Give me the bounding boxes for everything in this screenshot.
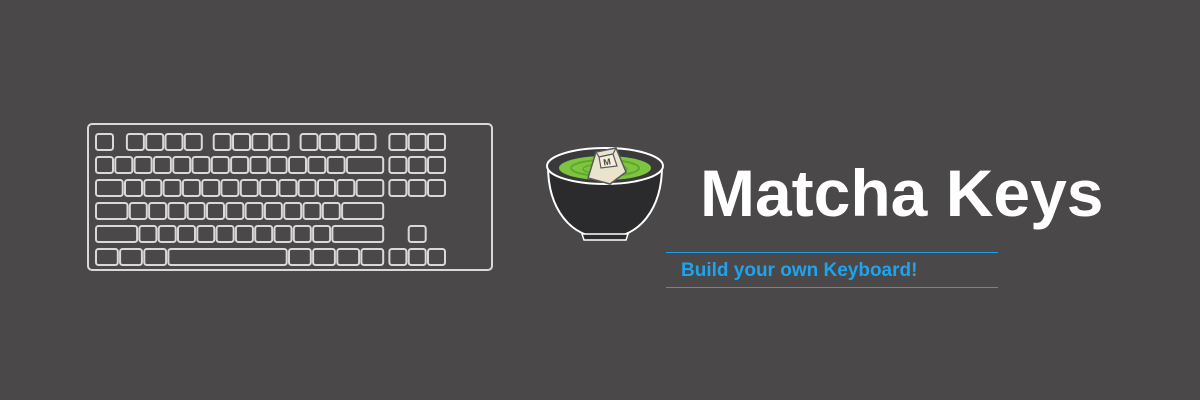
key-r3-6 <box>225 202 245 220</box>
keyboard-icon <box>87 123 493 271</box>
key-r4-6 <box>234 225 254 243</box>
key-r5-1 <box>119 248 143 266</box>
key-r5-6 <box>336 248 361 266</box>
key-r5-10 <box>427 248 446 266</box>
key-r0-14 <box>407 133 427 151</box>
key-r2-13 <box>355 179 385 197</box>
key-r4-1 <box>138 225 158 243</box>
key-r1-0 <box>95 156 114 174</box>
key-r0-3 <box>164 133 184 151</box>
key-r1-16 <box>427 156 446 174</box>
key-r3-7 <box>244 202 264 220</box>
key-r4-7 <box>254 225 274 243</box>
key-r1-12 <box>326 156 346 174</box>
key-r4-3 <box>177 225 196 243</box>
key-r2-2 <box>143 179 163 197</box>
key-r5-2 <box>143 248 168 266</box>
key-r4-0 <box>95 225 139 243</box>
key-r2-9 <box>278 179 298 197</box>
key-r1-4 <box>172 156 192 174</box>
key-r0-10 <box>318 133 338 151</box>
key-r4-4 <box>196 225 216 243</box>
tagline: Build your own Keyboard! <box>681 260 918 281</box>
key-r2-3 <box>162 179 182 197</box>
key-r5-7 <box>360 248 385 266</box>
key-r0-12 <box>357 133 377 151</box>
key-r2-8 <box>259 179 279 197</box>
key-r4-11 <box>331 225 385 243</box>
key-r5-4 <box>288 248 312 266</box>
key-r4-10 <box>312 225 332 243</box>
key-r2-14 <box>388 179 408 197</box>
key-r3-10 <box>302 202 322 220</box>
key-r1-11 <box>307 156 327 174</box>
key-r3-11 <box>321 202 341 220</box>
key-r2-4 <box>181 179 201 197</box>
key-r0-2 <box>145 133 165 151</box>
key-r2-12 <box>336 179 356 197</box>
key-r2-10 <box>297 179 317 197</box>
key-r1-8 <box>249 156 269 174</box>
key-r1-7 <box>230 156 250 174</box>
tagline-box: Build your own Keyboard! <box>666 252 998 288</box>
key-r2-6 <box>220 179 240 197</box>
key-r1-13 <box>345 156 385 174</box>
key-r1-9 <box>268 156 288 174</box>
banner: M Matcha Keys Build your own Keyboard! <box>0 0 1200 400</box>
key-r1-10 <box>288 156 307 174</box>
key-r1-3 <box>152 156 172 174</box>
key-r0-5 <box>212 133 232 151</box>
key-r5-5 <box>312 248 336 266</box>
key-r0-1 <box>125 133 145 151</box>
key-r5-8 <box>388 248 408 266</box>
key-r3-9 <box>283 202 303 220</box>
key-r3-0 <box>95 202 129 220</box>
key-r3-8 <box>263 202 283 220</box>
key-r1-2 <box>133 156 153 174</box>
key-r3-1 <box>128 202 148 220</box>
key-r5-3 <box>167 248 288 266</box>
key-r0-6 <box>232 133 251 151</box>
key-r3-4 <box>186 202 206 220</box>
key-r4-12 <box>407 225 427 243</box>
key-r0-13 <box>388 133 408 151</box>
key-r2-5 <box>201 179 221 197</box>
key-r4-2 <box>157 225 177 243</box>
key-r2-16 <box>427 179 446 197</box>
key-r4-5 <box>215 225 235 243</box>
key-r1-6 <box>210 156 230 174</box>
key-r3-2 <box>148 202 168 220</box>
matcha-bowl-icon: M <box>546 147 664 241</box>
key-r2-11 <box>317 179 336 197</box>
key-r0-11 <box>338 133 358 151</box>
key-r3-3 <box>167 202 187 220</box>
key-r5-0 <box>95 248 119 266</box>
key-r1-15 <box>407 156 427 174</box>
key-r3-5 <box>206 202 225 220</box>
key-r0-4 <box>183 133 203 151</box>
key-r2-7 <box>239 179 259 197</box>
key-r1-14 <box>388 156 408 174</box>
key-r0-7 <box>251 133 271 151</box>
key-r0-9 <box>299 133 319 151</box>
key-r4-8 <box>273 225 293 243</box>
key-r4-9 <box>292 225 312 243</box>
key-r0-0 <box>95 133 114 151</box>
key-r2-1 <box>124 179 143 197</box>
key-r3-12 <box>341 202 385 220</box>
brand-title: Matcha Keys <box>700 156 1104 230</box>
key-r1-5 <box>191 156 211 174</box>
key-r1-1 <box>114 156 134 174</box>
key-r5-9 <box>407 248 427 266</box>
key-r2-15 <box>407 179 427 197</box>
key-r2-0 <box>95 179 124 197</box>
key-r0-8 <box>270 133 290 151</box>
key-r0-15 <box>427 133 446 151</box>
